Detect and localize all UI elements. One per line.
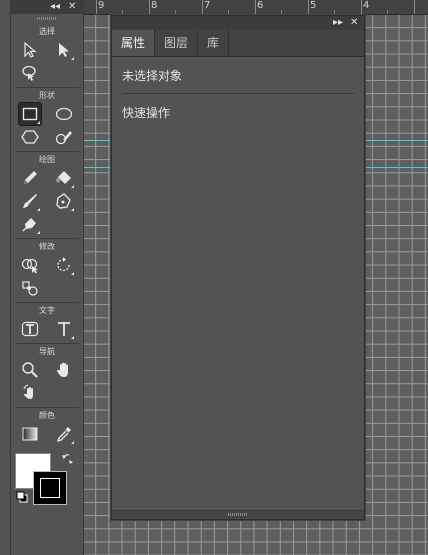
ellipse-icon: [55, 107, 73, 120]
hand-icon: [57, 362, 68, 377]
panel-header[interactable]: ▸▸ ✕: [112, 16, 364, 30]
zoom-tool[interactable]: [19, 359, 41, 381]
pencil-icon: [24, 170, 37, 184]
direct-selection-tool[interactable]: [53, 39, 75, 61]
lasso-tool[interactable]: [19, 62, 41, 84]
shaper-tool[interactable]: [53, 126, 75, 148]
tab-properties[interactable]: 属性: [112, 30, 156, 56]
rotate-tool[interactable]: [53, 254, 75, 276]
type-tool[interactable]: [53, 318, 75, 340]
shape-builder-tool[interactable]: [19, 254, 41, 276]
ruler-number: 4: [363, 0, 370, 11]
tab-libraries[interactable]: 库: [198, 30, 230, 56]
hand-tool[interactable]: [53, 359, 75, 381]
rectangle-tool[interactable]: [18, 101, 42, 126]
section-label-navigate: 导航: [39, 347, 55, 356]
tools-panel-header[interactable]: ◂◂ ✕: [11, 0, 83, 14]
panel-resize-handle[interactable]: [112, 510, 364, 519]
default-colors-icon[interactable]: [16, 491, 28, 503]
shaper-icon: [55, 130, 72, 144]
section-label-shape: 形状: [39, 91, 55, 100]
ruler-number: 6: [257, 0, 264, 11]
properties-panel: ▸▸ ✕ 属性 图层 库 未选择对象 快速操作: [111, 15, 365, 520]
eyedropper-tool[interactable]: [53, 423, 75, 445]
collapse-icon[interactable]: ▸▸: [333, 16, 343, 30]
shape-builder-icon: [21, 258, 38, 273]
pen-tool[interactable]: [53, 190, 75, 212]
collapse-icon[interactable]: ◂◂: [50, 0, 60, 14]
rotate-view-tool[interactable]: [19, 382, 41, 404]
section-label-color: 颜色: [39, 411, 55, 420]
type-frame-icon: [21, 321, 39, 336]
quick-actions-heading: 快速操作: [122, 106, 171, 120]
ruler-number: 7: [204, 0, 211, 11]
ellipse-tool[interactable]: [53, 103, 75, 125]
magnifier-icon: [22, 361, 38, 378]
section-label-select: 选择: [39, 27, 55, 36]
eraser-tool[interactable]: [53, 167, 75, 189]
section-label-draw: 绘图: [39, 155, 55, 164]
rotate-hand-icon: [23, 383, 33, 399]
polygon-tool[interactable]: [19, 126, 41, 148]
blend-tool[interactable]: [19, 277, 41, 299]
gradient-icon: [22, 427, 38, 440]
close-icon[interactable]: ✕: [68, 0, 76, 14]
section-label-modify: 修改: [39, 242, 55, 251]
lasso-icon: [22, 65, 36, 81]
horizontal-ruler[interactable]: 9 8 7 6 5 4: [82, 0, 428, 15]
close-icon[interactable]: ✕: [350, 16, 358, 30]
arrow-outline-icon: [24, 41, 37, 58]
pencil-tool[interactable]: [19, 167, 41, 189]
tab-layers[interactable]: 图层: [155, 30, 199, 56]
no-selection-label: 未选择对象: [122, 69, 183, 83]
curvature-tool[interactable]: [19, 213, 41, 235]
panel-tabs: 属性 图层 库: [112, 30, 364, 57]
paintbrush-tool[interactable]: [19, 190, 41, 212]
tools-panel: ◂◂ ✕ 选择 形状 绘图 修改 文字 导航 颜色: [10, 0, 84, 555]
ruler-number: 9: [98, 0, 105, 11]
ruler-number: 8: [151, 0, 158, 11]
selection-tool[interactable]: [19, 39, 41, 61]
stroke-color-swatch[interactable]: [33, 471, 67, 505]
area-type-tool[interactable]: [19, 318, 41, 340]
hexagon-icon: [21, 129, 39, 144]
section-label-text: 文字: [39, 306, 55, 315]
drag-handle[interactable]: [11, 14, 83, 24]
swap-colors-icon[interactable]: [60, 453, 74, 467]
gradient-tool[interactable]: [19, 423, 41, 445]
blend-icon: [22, 280, 38, 296]
ruler-number: 5: [310, 0, 317, 11]
